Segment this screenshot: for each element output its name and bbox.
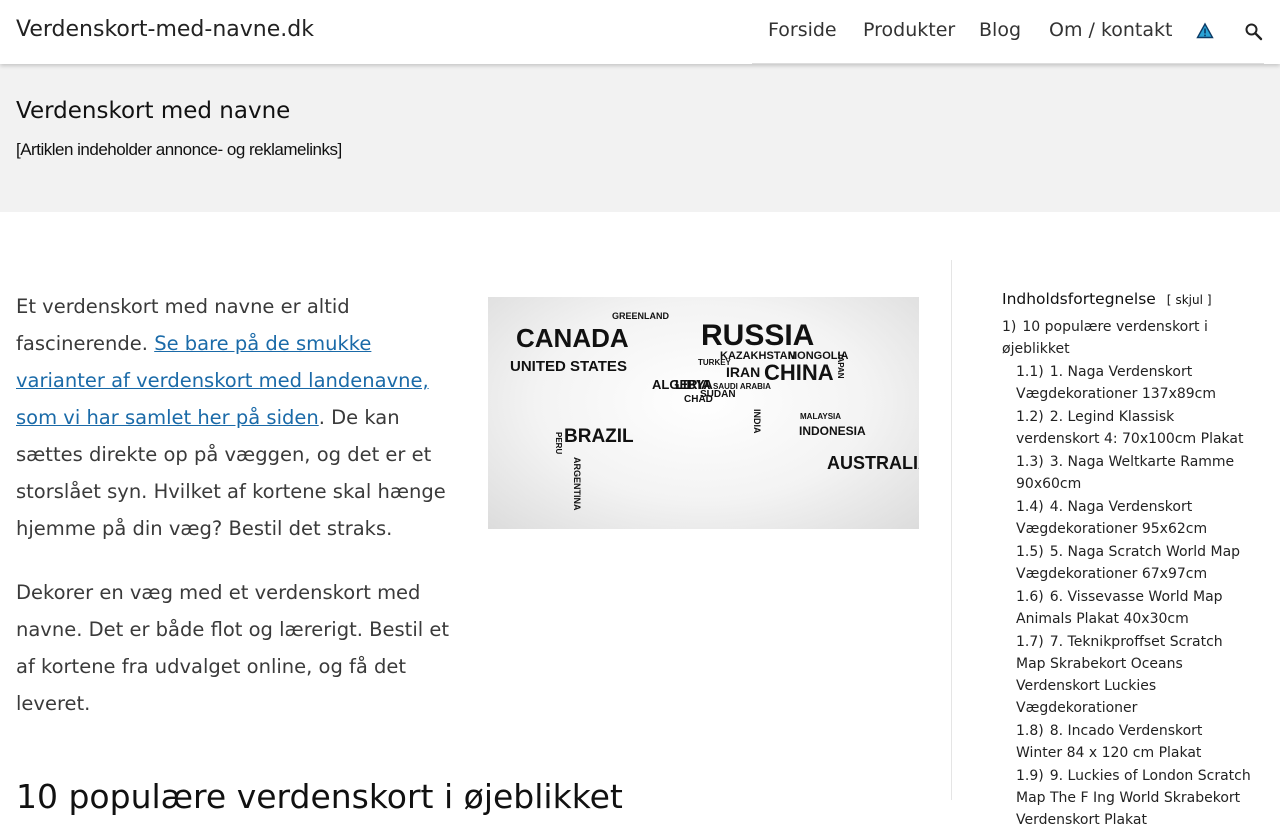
decor-paragraph: Dekorer en væg med et verdenskort med na… [16, 581, 449, 715]
world-map-image: CANADA UNITED STATES GREENLAND RUSSIA KA… [488, 297, 919, 529]
toc-item-link[interactable]: 1.3) 3. Naga Weltkarte Ramme 90x60cm [1016, 454, 1234, 492]
toc-hide-link[interactable]: skjul [1175, 293, 1202, 307]
warning-icon[interactable] [1196, 22, 1216, 42]
toc-item-text: 3. Naga Weltkarte Ramme 90x60cm [1016, 454, 1235, 492]
map-word: RUSSIA [701, 319, 814, 352]
site-header: Verdenskort-med-navne.dk Forside Produkt… [0, 0, 1280, 64]
toc-item-number: 1.8) [1016, 723, 1044, 739]
map-word: CANADA [516, 323, 629, 353]
toc-item-number: 1) [1002, 319, 1017, 335]
map-word: GREENLAND [612, 311, 670, 321]
toc-item: 1.8) 8. Incado Verdenskort Winter 84 x 12… [1002, 720, 1252, 764]
toc-list: 1) 10 populære verdenskort i øjeblikket 1.… [1002, 316, 1252, 831]
toc-item: 1.5) 5. Naga Scratch World Map Vægdekorat… [1002, 541, 1252, 585]
toc-item-text: 5. Naga Scratch World Map Vægdekoratione… [1016, 544, 1241, 582]
toc-item-text: 7. Teknikproffset Scratch Map Skrabekort… [1016, 634, 1223, 716]
toc-item-number: 1.6) [1016, 589, 1044, 605]
toc-header: Indholdsfortegnelse [skjul] [1002, 290, 1252, 308]
toc-item-number: 1.7) [1016, 634, 1044, 650]
toc-item-text: 2. Legind Klassisk verdenskort 4: 70x100… [1016, 409, 1244, 447]
toc-item-link[interactable]: 1.7) 7. Teknikproffset Scratch Map Skrabe… [1016, 634, 1223, 716]
toc-item-text: 1. Naga Verdenskort Vægdekorationer 137x… [1016, 364, 1217, 402]
nav-item-blog[interactable]: Blog [979, 19, 1021, 41]
toc-item: 1.4) 4. Naga Verdenskort Vægdekorationer … [1002, 496, 1252, 540]
toc-item-number: 1.1) [1016, 364, 1044, 380]
site-title-link[interactable]: Verdenskort-med-navne.dk [16, 17, 314, 42]
toc-item: 1.3) 3. Naga Weltkarte Ramme 90x60cm [1002, 451, 1252, 495]
world-map-words: CANADA UNITED STATES GREENLAND RUSSIA KA… [510, 311, 919, 511]
toc-item-link[interactable]: 1.2) 2. Legind Klassisk verdenskort 4: 70… [1016, 409, 1243, 447]
main-nav: Forside Produkter Blog Om / kontakt [752, 0, 1264, 64]
intro-text: Et verdenskort med navne er altid fascin… [16, 288, 452, 749]
toc-item-link[interactable]: 1.6) 6. Vissevasse World Map Animals Plak… [1016, 589, 1223, 627]
toc-item-text: 9. Luckies of London Scratch Map The F I… [1016, 768, 1251, 828]
map-word: INDONESIA [799, 424, 866, 438]
toc-item-link[interactable]: 1.4) 4. Naga Verdenskort Vægdekorationer … [1016, 499, 1207, 537]
toc-item-link[interactable]: 1.1) 1. Naga Verdenskort Vægdekorationer … [1016, 364, 1216, 402]
toc-item: 1.6) 6. Vissevasse World Map Animals Plak… [1002, 586, 1252, 630]
map-word: UNITED STATES [510, 358, 627, 375]
map-word: AUSTRALIA [827, 453, 919, 473]
toc-item-number: 1.9) [1016, 768, 1044, 784]
toc-item-link[interactable]: 1.9) 9. Luckies of London Scratch Map The… [1016, 768, 1251, 828]
toc-item: 1.1) 1. Naga Verdenskort Vægdekorationer … [1002, 361, 1252, 405]
toc-toggle-open-bracket: [ [1166, 293, 1172, 307]
toc-item: 1) 10 populære verdenskort i øjeblikket [1002, 316, 1252, 360]
toc-item-text: 4. Naga Verdenskort Vægdekorationer 95x6… [1016, 499, 1208, 537]
search-icon[interactable] [1244, 22, 1264, 42]
map-word: SAUDI ARABIA [713, 382, 771, 391]
toc-item-number: 1.2) [1016, 409, 1044, 425]
toc-item-number: 1.5) [1016, 544, 1044, 560]
toc-item: 1.2) 2. Legind Klassisk verdenskort 4: 70… [1002, 406, 1252, 450]
toc-item-link[interactable]: 1.5) 5. Naga Scratch World Map Vægdekorat… [1016, 544, 1240, 582]
toc-toggle: [skjul] [1167, 293, 1212, 307]
toc-item-number: 1.4) [1016, 499, 1044, 515]
map-word: CHINA [764, 360, 834, 385]
section-heading: 10 populære verdenskort i øjeblikket [16, 777, 623, 816]
map-word: MALAYSIA [800, 412, 841, 421]
nav-item-forside[interactable]: Forside [768, 19, 837, 41]
page-title: Verdenskort med navne [16, 98, 291, 124]
page-hero: Verdenskort med navne [Artiklen indehold… [0, 64, 1280, 212]
intro-paragraph: Et verdenskort med navne er altid fascin… [16, 288, 452, 547]
map-word: TURKEY [698, 358, 732, 367]
map-word: PERU [554, 432, 563, 454]
map-word: BRAZIL [564, 426, 634, 447]
toc-item-text: 6. Vissevasse World Map Animals Plakat 4… [1016, 589, 1223, 627]
toc-title: Indholdsfortegnelse [1002, 290, 1156, 308]
map-word: INDIA [752, 409, 762, 434]
map-word: JAPAN [836, 352, 845, 379]
toc-item: 1.7) 7. Teknikproffset Scratch Map Skrabe… [1002, 631, 1252, 719]
toc-item: 1.9) 9. Luckies of London Scratch Map The… [1002, 765, 1252, 831]
toc-item-text: 10 populære verdenskort i øjeblikket [1002, 319, 1208, 357]
toc-item-link[interactable]: 1.8) 8. Incado Verdenskort Winter 84 x 12… [1016, 723, 1202, 761]
main-content: Et verdenskort med navne er altid fascin… [16, 212, 936, 816]
map-word: IRAN [726, 364, 760, 380]
sidebar-divider [951, 260, 952, 800]
toc-item-number: 1.3) [1016, 454, 1044, 470]
map-word: ARGENTINA [572, 457, 582, 511]
nav-item-produkter[interactable]: Produkter [863, 19, 955, 41]
toc-toggle-close-bracket: ] [1206, 293, 1212, 307]
ad-disclaimer: [Artiklen indeholder annonce- og reklame… [16, 140, 342, 159]
toc-item-link[interactable]: 1) 10 populære verdenskort i øjeblikket [1002, 319, 1208, 357]
nav-item-om-kontakt[interactable]: Om / kontakt [1049, 19, 1172, 41]
table-of-contents: Indholdsfortegnelse [skjul] 1) 10 populær… [1002, 290, 1252, 832]
